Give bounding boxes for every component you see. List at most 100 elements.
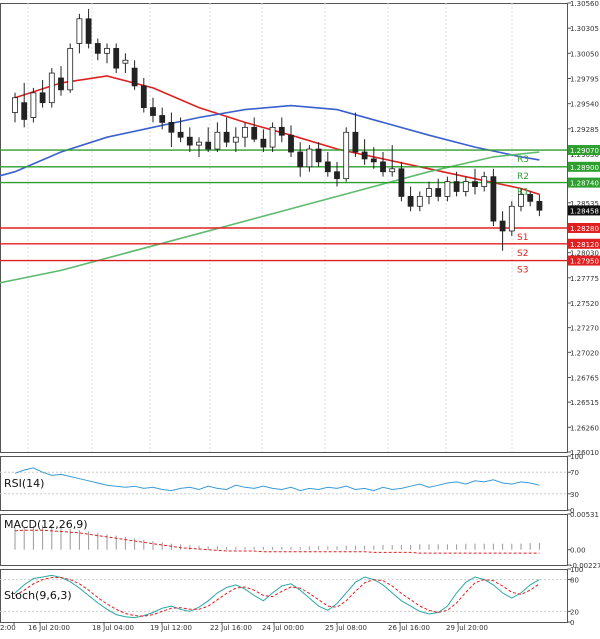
candle-down [40,93,45,103]
candle-down [381,162,386,172]
candle-up [427,189,432,197]
candle-down [491,177,496,221]
candle-up [519,194,524,206]
price-y-tick-label: 1.29795 [570,75,599,83]
candle-up [243,127,248,137]
forex-chart: 1.305601.303051.300501.297951.295401.292… [0,0,600,635]
candle-down [408,196,413,206]
candle-down [473,182,478,187]
candle-down [500,221,505,231]
price-panel: 1.305601.303051.300501.297951.295401.292… [0,0,600,457]
level-name-r3: R3 [517,155,529,165]
candle-up [105,48,110,53]
price-y-tick-label: 1.26765 [570,374,599,382]
candle-down [325,162,330,172]
candle-down [528,194,533,201]
candle-down [261,139,266,147]
candle-up [445,182,450,197]
candle-down [224,132,229,142]
stoch-panel-frame [1,570,568,623]
candle-up [270,127,275,147]
candle-down [178,132,183,137]
candle-down [335,172,340,179]
candle-down [436,189,441,197]
current-price-label: 1.28458 [570,207,599,215]
candle-down [22,103,27,120]
candle-up [509,206,514,231]
price-y-tick-label: 1.29540 [570,101,599,109]
time-axis: 2:0016 Jul 20:0018 Jul 04:0019 Jul 12:00… [0,622,488,632]
candle-down [141,86,146,108]
candle-up [77,19,82,44]
candle-up [197,142,202,145]
level-name-s2: S2 [517,249,528,259]
candle-up [463,182,468,192]
level-name-s3: S3 [517,266,528,276]
candle-up [307,149,312,167]
candle-down [298,152,303,167]
candle-down [160,115,165,122]
candle-down [454,182,459,192]
rsi-panel-frame [1,457,568,511]
macd-panel: 0.005310.00-0.002275MACD(12,26,9) [1,511,600,570]
candle-up [123,60,128,63]
macd-y-tick-label: 0.00 [570,547,586,555]
candle-down [132,68,137,86]
candle-up [233,137,238,142]
stoch-y-tick-label: 100 [570,566,583,574]
candle-up [13,98,18,113]
candle-up [344,132,349,178]
level-price-label: 1.27950 [570,258,599,266]
level-price-label: 1.28740 [570,180,599,188]
candle-up [68,48,73,89]
level-price-label: 1.29070 [570,147,599,155]
candle-up [31,93,36,118]
time-tick-label: 29 Jul 20:00 [446,624,488,632]
stoch-y-tick-label: 0 [570,619,574,627]
time-tick-label: 26 Jul 16:00 [388,624,430,632]
candle-down [289,135,294,152]
time-tick-label: 22 Jul 16:00 [210,624,252,632]
candle-up [49,73,54,103]
price-y-tick-label: 1.30560 [570,0,599,8]
level-price-label: 1.28900 [570,164,599,172]
candle-up [417,196,422,206]
candle-down [169,122,174,132]
price-y-tick-label: 1.26260 [570,424,599,432]
candle-down [187,137,192,145]
time-tick-label: 25 Jul 08:00 [325,624,367,632]
level-price-label: 1.28280 [570,225,599,233]
candle-down [279,127,284,135]
candle-down [151,108,156,116]
price-y-tick-label: 1.27020 [570,349,599,357]
stoch-panel: 100 80 20 0 Stoch(9,6,3) [0,566,583,627]
candle-down [114,48,119,68]
macd-y-tick-label: 0.00531 [570,511,599,519]
level-name-r2: R2 [517,172,529,182]
candle-down [252,127,257,139]
rsi-panel: 10070300RSI(14) [0,453,583,515]
candle-up [482,177,487,187]
rsi-y-tick-label: 30 [570,491,579,499]
stoch-y-tick-label: 20 [570,608,579,616]
time-tick-label: 16 Jul 20:00 [28,624,70,632]
time-tick-label: 2:00 [0,624,16,632]
candle-down [353,132,358,152]
price-y-tick-label: 1.26515 [570,399,599,407]
stoch-y-tick-label: 80 [570,577,579,585]
candle-up [215,132,220,149]
candle-down [59,78,64,90]
time-tick-label: 19 Jul 12:00 [150,624,192,632]
macd-title: MACD(12,26,9) [4,518,88,531]
candle-down [86,19,91,44]
candle-down [371,159,376,162]
rsi-y-tick-label: 70 [570,469,579,477]
rsi-y-tick-label: 100 [570,453,583,461]
price-y-tick-label: 1.27520 [570,300,599,308]
candle-down [399,169,404,197]
candle-down [95,43,100,53]
candle-down [537,201,542,210]
level-price-label: 1.28120 [570,241,599,249]
stoch-title: Stoch(9,6,3) [4,589,72,602]
candle-down [362,152,367,159]
